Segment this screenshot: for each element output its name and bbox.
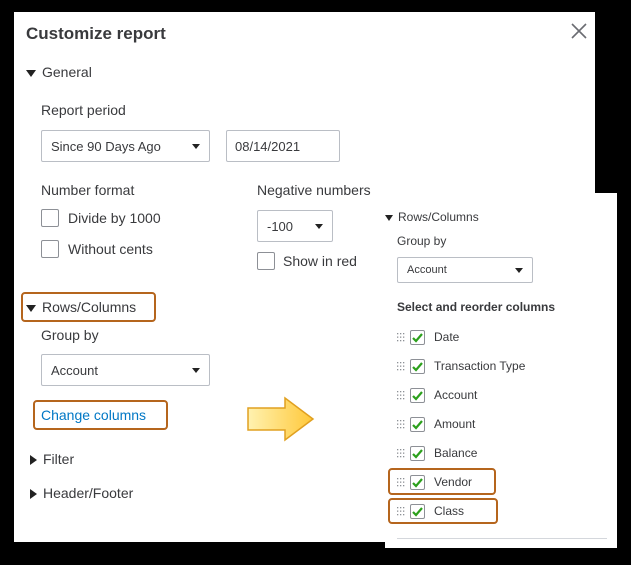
checkmark-icon	[412, 390, 423, 401]
report-period-select[interactable]: Since 90 Days Ago	[41, 130, 210, 162]
negative-numbers-label: Negative numbers	[257, 182, 371, 198]
reorder-columns-label: Select and reorder columns	[397, 300, 556, 314]
column-label: Account	[434, 388, 478, 402]
section-rows-columns-label: Rows/Columns	[42, 299, 137, 315]
date-input[interactable]: 08/14/2021	[226, 130, 340, 162]
vendor-highlight	[388, 468, 496, 495]
divide-by-1000-checkbox[interactable]	[41, 209, 59, 227]
drag-handle-icon[interactable]	[397, 419, 405, 429]
column-checkbox[interactable]	[410, 445, 425, 461]
checkmark-icon	[412, 419, 423, 430]
negative-numbers-value: -100	[267, 218, 294, 234]
column-checkbox[interactable]	[410, 387, 425, 403]
column-checkbox[interactable]	[410, 416, 425, 432]
caret-down-icon	[26, 69, 36, 77]
section-general[interactable]: General	[26, 64, 92, 80]
section-header-footer[interactable]: Header/Footer	[30, 485, 133, 501]
dialog-title: Customize report	[26, 24, 166, 43]
chevron-down-icon	[192, 144, 200, 149]
column-checkbox[interactable]	[410, 358, 425, 374]
column-label: Balance	[434, 446, 478, 460]
group-by-select[interactable]: Account	[41, 354, 210, 386]
group-by-label: Group by	[41, 327, 99, 343]
drag-handle-icon[interactable]	[397, 448, 405, 458]
change-columns-link[interactable]: Change columns	[41, 407, 146, 423]
panel-section-rows-columns[interactable]: Rows/Columns	[385, 210, 479, 224]
without-cents-checkbox[interactable]	[41, 240, 59, 258]
class-highlight	[388, 498, 498, 524]
column-row[interactable]: Amount	[397, 415, 475, 433]
column-row[interactable]: Balance	[397, 444, 477, 462]
group-by-value: Account	[51, 362, 98, 378]
drag-handle-icon[interactable]	[397, 361, 405, 371]
checkmark-icon	[412, 361, 423, 372]
caret-down-icon	[26, 304, 36, 312]
panel-section-label: Rows/Columns	[398, 210, 479, 224]
column-label: Date	[434, 330, 460, 344]
caret-down-icon	[385, 214, 393, 221]
section-rows-columns[interactable]: Rows/Columns	[26, 299, 136, 315]
chevron-down-icon	[515, 268, 523, 273]
divider	[397, 538, 607, 539]
panel-group-by-select[interactable]: Account	[397, 257, 533, 283]
drag-handle-icon[interactable]	[397, 390, 405, 400]
column-row[interactable]: Date	[397, 328, 459, 346]
panel-group-by-label: Group by	[397, 234, 447, 248]
column-checkbox[interactable]	[410, 329, 425, 345]
checkmark-icon	[412, 448, 423, 459]
show-in-red-label: Show in red	[283, 253, 357, 269]
caret-right-icon	[30, 489, 37, 500]
without-cents-label: Without cents	[68, 241, 153, 257]
column-row[interactable]: Transaction Type	[397, 357, 525, 375]
caret-right-icon	[30, 455, 37, 466]
negative-numbers-select[interactable]: -100	[257, 210, 333, 242]
show-in-red-checkbox[interactable]	[257, 252, 275, 270]
rows-columns-expanded-panel: Rows/Columns Group by Account Select and…	[385, 193, 617, 548]
column-label: Amount	[434, 417, 476, 431]
drag-handle-icon[interactable]	[397, 332, 405, 342]
report-period-label: Report period	[41, 102, 126, 118]
divide-by-1000-label: Divide by 1000	[68, 210, 161, 226]
chevron-down-icon	[315, 224, 323, 229]
close-icon[interactable]	[570, 22, 588, 40]
panel-group-by-value: Account	[407, 264, 447, 276]
column-label: Transaction Type	[434, 359, 526, 373]
section-filter-label: Filter	[43, 451, 75, 467]
report-period-value: Since 90 Days Ago	[51, 138, 161, 154]
number-format-label: Number format	[41, 182, 135, 198]
column-row[interactable]: Account	[397, 386, 477, 404]
date-value: 08/14/2021	[235, 138, 301, 154]
arrow-right-icon	[247, 396, 315, 442]
chevron-down-icon	[192, 368, 200, 373]
section-filter[interactable]: Filter	[30, 451, 74, 467]
checkmark-icon	[412, 332, 423, 343]
section-header-footer-label: Header/Footer	[43, 485, 134, 501]
section-general-label: General	[42, 64, 92, 80]
